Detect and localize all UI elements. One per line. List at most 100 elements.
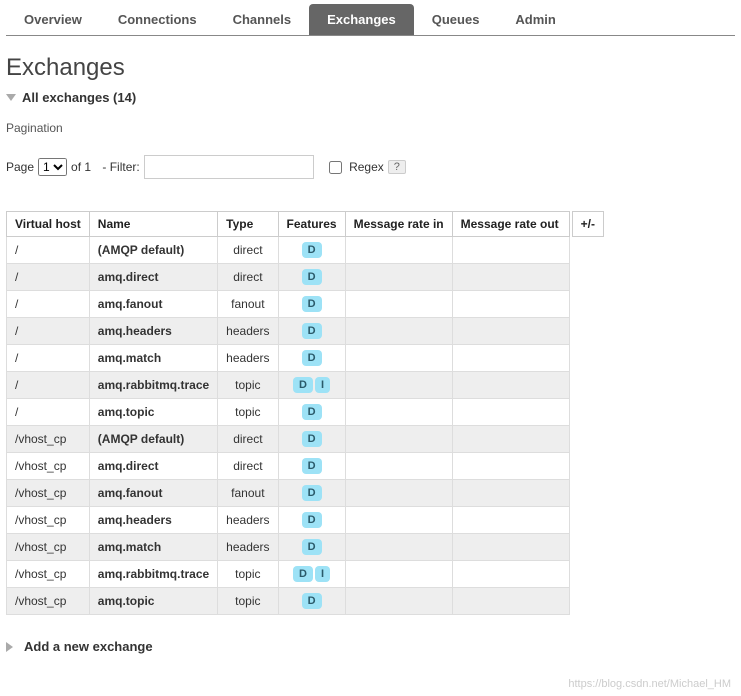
cell-name[interactable]: amq.topic <box>89 588 217 615</box>
feature-badge-d: D <box>302 404 322 420</box>
tab-exchanges[interactable]: Exchanges <box>309 4 414 35</box>
plus-minus-button[interactable]: +/- <box>572 212 603 237</box>
feature-badge-d: D <box>302 296 322 312</box>
regex-label: Regex <box>349 160 384 174</box>
cell-rate-out <box>452 561 569 588</box>
feature-badge-d: D <box>302 539 322 555</box>
cell-type: topic <box>218 588 278 615</box>
table-row: /(AMQP default)directD <box>7 237 570 264</box>
cell-rate-in <box>345 588 452 615</box>
cell-rate-in <box>345 480 452 507</box>
cell-vhost: /vhost_cp <box>7 453 90 480</box>
exchanges-table: Virtual host Name Type Features Message … <box>6 211 570 615</box>
cell-rate-out <box>452 237 569 264</box>
cell-type: direct <box>218 453 278 480</box>
cell-rate-out <box>452 480 569 507</box>
cell-rate-out <box>452 264 569 291</box>
feature-badge-d: D <box>302 458 322 474</box>
feature-badge-i: I <box>315 566 330 582</box>
cell-features: D <box>278 480 345 507</box>
cell-rate-out <box>452 534 569 561</box>
tab-connections[interactable]: Connections <box>100 4 215 35</box>
cell-features: D <box>278 264 345 291</box>
cell-name[interactable]: amq.topic <box>89 399 217 426</box>
tab-queues[interactable]: Queues <box>414 4 498 35</box>
col-vhost[interactable]: Virtual host <box>7 212 90 237</box>
cell-vhost: /vhost_cp <box>7 534 90 561</box>
cell-rate-in <box>345 345 452 372</box>
page-label: Page <box>6 160 34 174</box>
cell-vhost: / <box>7 345 90 372</box>
col-name[interactable]: Name <box>89 212 217 237</box>
cell-name[interactable]: amq.match <box>89 345 217 372</box>
table-row: /vhost_cpamq.directdirect D <box>7 453 570 480</box>
cell-rate-in <box>345 237 452 264</box>
table-row: /vhost_cpamq.fanoutfanoutD <box>7 480 570 507</box>
page-title: Exchanges <box>6 54 735 82</box>
cell-name[interactable]: amq.headers <box>89 507 217 534</box>
cell-name[interactable]: (AMQP default) <box>89 237 217 264</box>
cell-rate-in <box>345 318 452 345</box>
col-rate-out[interactable]: Message rate out <box>452 212 569 237</box>
feature-badge-d: D <box>302 593 322 609</box>
cell-name[interactable]: amq.direct <box>89 264 217 291</box>
cell-name[interactable]: amq.rabbitmq.trace <box>89 561 217 588</box>
cell-rate-in <box>345 453 452 480</box>
cell-type: headers <box>218 507 278 534</box>
tab-overview[interactable]: Overview <box>6 4 100 35</box>
cell-vhost: / <box>7 291 90 318</box>
tab-admin[interactable]: Admin <box>497 4 573 35</box>
cell-name[interactable]: amq.headers <box>89 318 217 345</box>
feature-badge-d: D <box>293 377 313 393</box>
filter-input[interactable] <box>144 155 314 179</box>
feature-badge-d: D <box>302 431 322 447</box>
cell-features: D <box>278 399 345 426</box>
cell-features: D <box>278 507 345 534</box>
table-row: /vhost_cpamq.headersheadersD <box>7 507 570 534</box>
tab-channels[interactable]: Channels <box>215 4 310 35</box>
table-row: /amq.topictopicD <box>7 399 570 426</box>
feature-badge-d: D <box>302 512 322 528</box>
page-select[interactable]: 1 <box>38 158 67 176</box>
cell-type: direct <box>218 426 278 453</box>
cell-rate-in <box>345 291 452 318</box>
cell-rate-in <box>345 264 452 291</box>
cell-type: fanout <box>218 291 278 318</box>
cell-name[interactable]: amq.rabbitmq.trace <box>89 372 217 399</box>
cell-type: direct <box>218 237 278 264</box>
cell-vhost: / <box>7 237 90 264</box>
col-features[interactable]: Features <box>278 212 345 237</box>
section-all-exchanges[interactable]: All exchanges (14) <box>6 90 735 105</box>
regex-checkbox[interactable] <box>329 161 342 174</box>
cell-type: topic <box>218 561 278 588</box>
cell-name[interactable]: amq.fanout <box>89 291 217 318</box>
cell-features: D <box>278 426 345 453</box>
cell-rate-in <box>345 426 452 453</box>
cell-features: DI <box>278 372 345 399</box>
cell-type: topic <box>218 399 278 426</box>
feature-badge-d: D <box>302 350 322 366</box>
cell-type: headers <box>218 345 278 372</box>
cell-name[interactable]: amq.direct <box>89 453 217 480</box>
col-type[interactable]: Type <box>218 212 278 237</box>
cell-type: headers <box>218 534 278 561</box>
cell-features: D <box>278 291 345 318</box>
filter-label: - Filter: <box>102 160 139 174</box>
help-icon[interactable]: ? <box>388 160 406 174</box>
add-exchange-label: Add a new exchange <box>24 639 153 654</box>
table-row: /amq.rabbitmq.tracetopicDI <box>7 372 570 399</box>
cell-features: D <box>278 318 345 345</box>
cell-vhost: /vhost_cp <box>7 561 90 588</box>
cell-rate-out <box>452 507 569 534</box>
section-add-exchange[interactable]: Add a new exchange <box>6 639 735 654</box>
cell-rate-in <box>345 372 452 399</box>
cell-type: headers <box>218 318 278 345</box>
chevron-right-icon <box>6 642 18 652</box>
col-rate-in[interactable]: Message rate in <box>345 212 452 237</box>
cell-name[interactable]: amq.fanout <box>89 480 217 507</box>
cell-name[interactable]: amq.match <box>89 534 217 561</box>
feature-badge-i: I <box>315 377 330 393</box>
page-of-label: of 1 <box>71 160 91 174</box>
cell-name[interactable]: (AMQP default) <box>89 426 217 453</box>
cell-features: D <box>278 588 345 615</box>
